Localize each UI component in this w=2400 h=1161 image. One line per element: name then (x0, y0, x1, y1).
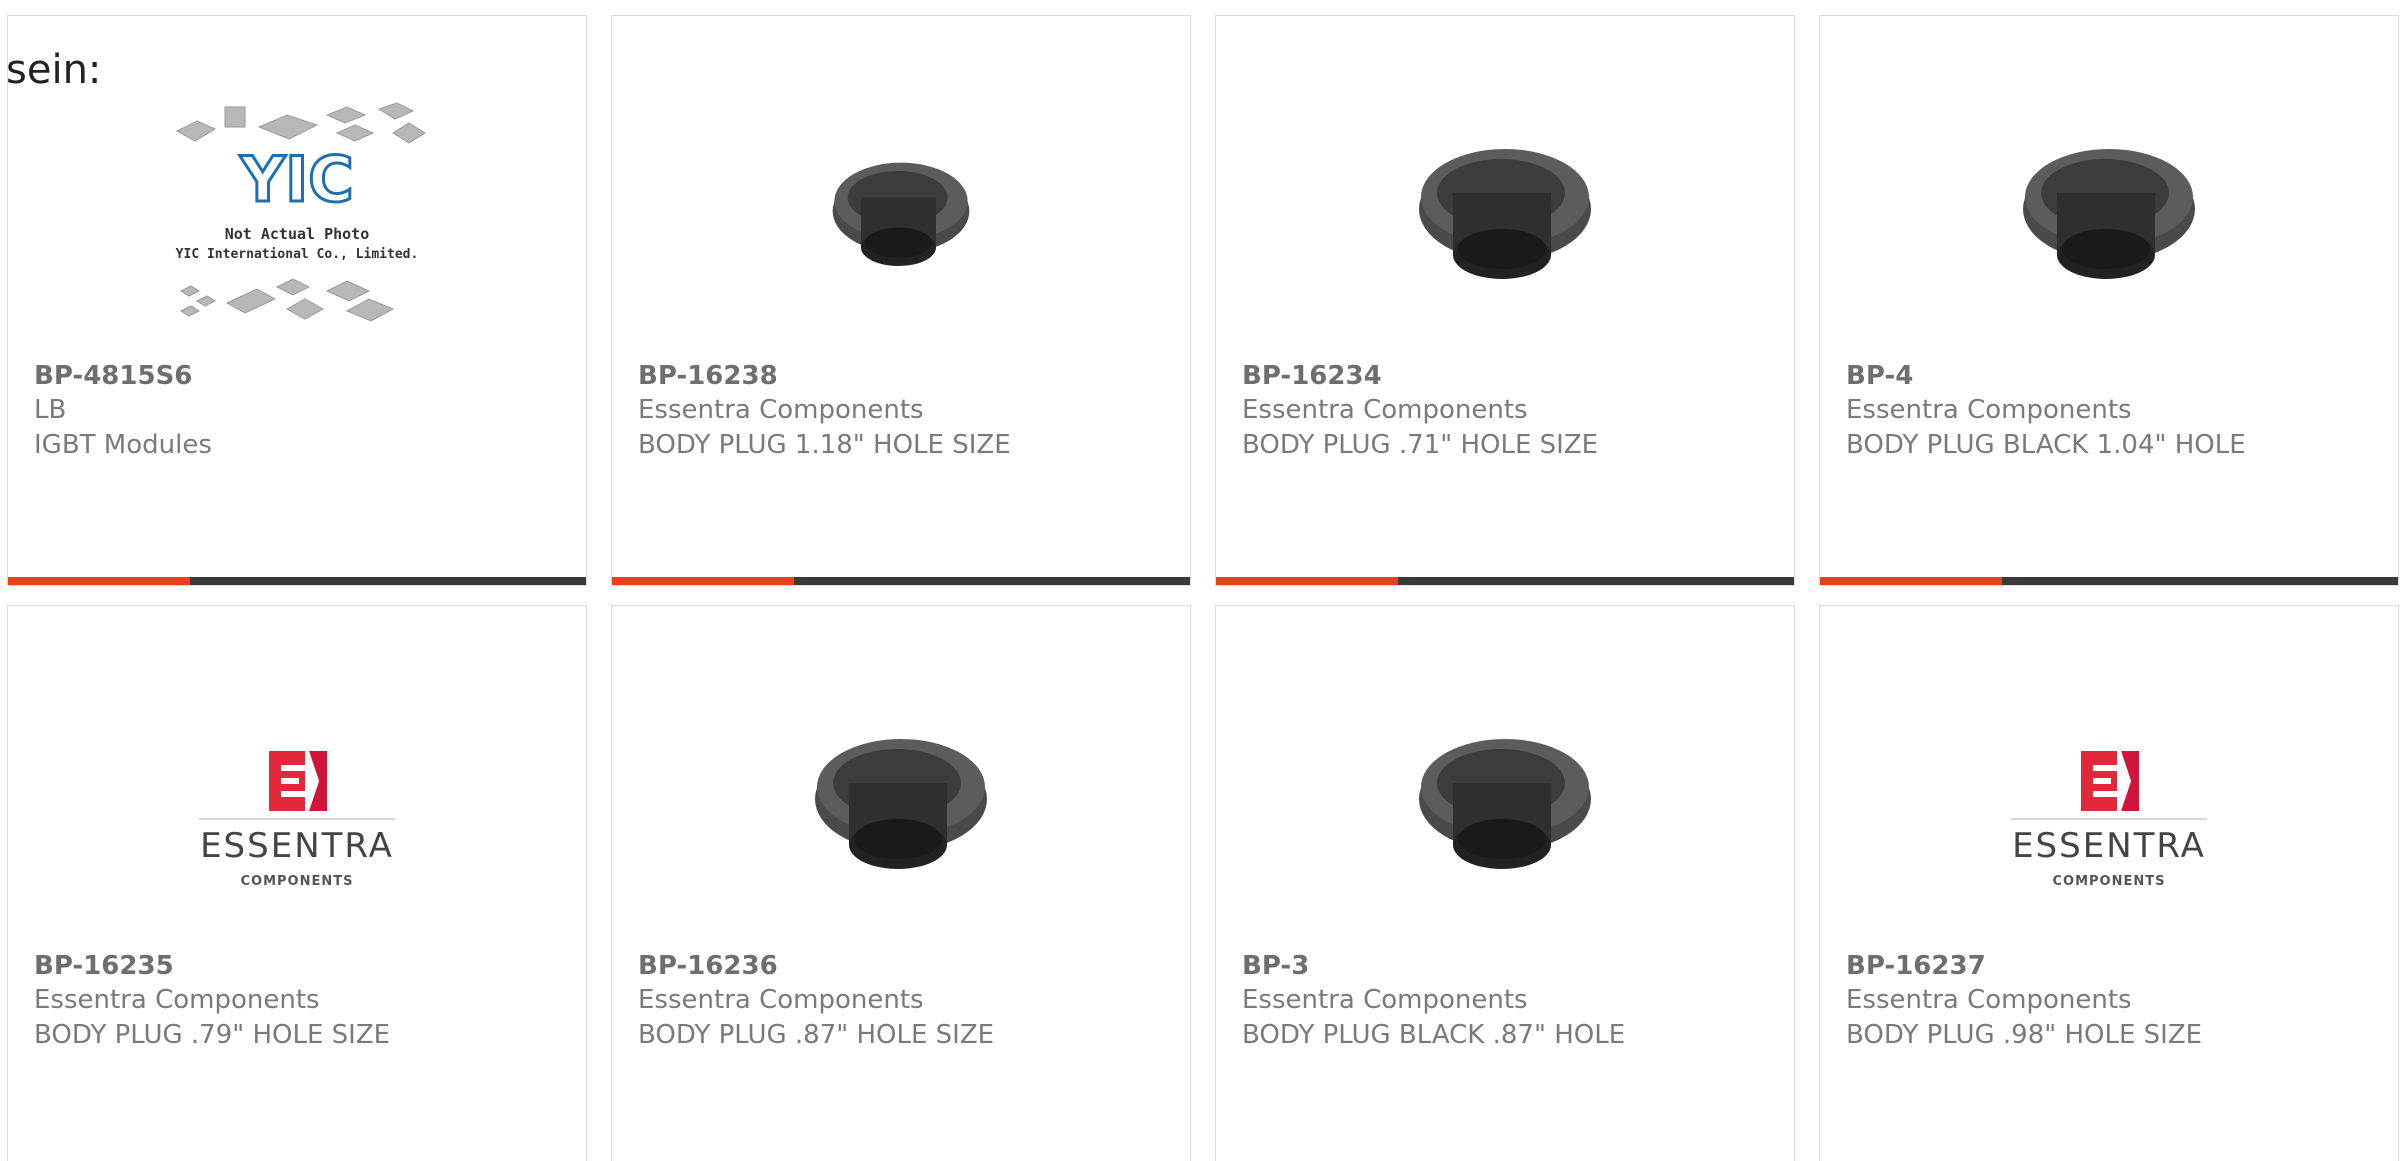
description: BODY PLUG .87" HOLE SIZE (638, 1020, 995, 1050)
placeholder-line1: Not Actual Photo (225, 225, 370, 243)
yic-brand-text: YIC (239, 143, 353, 216)
intro-text: sein: (6, 47, 102, 93)
product-card[interactable]: ESSENTRA COMPONENTS BP-16237 Essentra Co… (1819, 605, 2399, 1161)
product-info: BP-16237 Essentra Components BODY PLUG .… (1846, 949, 2378, 1053)
essentra-logo-image[interactable]: ESSENTRA COMPONENTS (8, 661, 586, 961)
card-bottom-bar (1820, 577, 2398, 585)
product-info: BP-16238 Essentra Components BODY PLUG 1… (638, 359, 1170, 463)
part-number[interactable]: BP-16234 (1242, 359, 1774, 393)
body-plug-image[interactable] (1216, 661, 1794, 961)
description: BODY PLUG BLACK 1.04" HOLE (1846, 430, 2246, 460)
essentra-logo-image[interactable]: ESSENTRA COMPONENTS (1820, 661, 2398, 961)
description: BODY PLUG BLACK .87" HOLE (1242, 1020, 1626, 1050)
manufacturer: Essentra Components (1846, 395, 2132, 425)
product-card[interactable]: BP-16236 Essentra Components BODY PLUG .… (611, 605, 1191, 1161)
product-card[interactable]: BP-4 Essentra Components BODY PLUG BLACK… (1819, 15, 2399, 586)
part-number[interactable]: BP-3 (1242, 949, 1774, 983)
part-number[interactable]: BP-16238 (638, 359, 1170, 393)
body-plug-image[interactable] (1820, 71, 2398, 371)
card-accent-bar (1216, 577, 1398, 585)
product-card[interactable]: BP-16234 Essentra Components BODY PLUG .… (1215, 15, 1795, 586)
manufacturer: Essentra Components (1846, 985, 2132, 1015)
product-card[interactable]: YIC Not Actual Photo YIC International C… (7, 15, 587, 586)
manufacturer: Essentra Components (638, 395, 924, 425)
body-plug-image[interactable] (612, 661, 1190, 961)
card-bottom-bar (8, 577, 586, 585)
product-grid-page: sein: YIC Not Actual Photo YIC Internati… (0, 0, 2400, 1161)
part-number[interactable]: BP-16237 (1846, 949, 2378, 983)
product-info: BP-4815S6 LB IGBT Modules (34, 359, 566, 463)
essentra-sub: COMPONENTS (241, 874, 354, 889)
body-plug-image[interactable] (1216, 71, 1794, 371)
card-accent-bar (1820, 577, 2002, 585)
product-info: BP-16236 Essentra Components BODY PLUG .… (638, 949, 1170, 1053)
part-number[interactable]: BP-4815S6 (34, 359, 566, 393)
body-plug-image[interactable] (612, 71, 1190, 371)
product-info: BP-16234 Essentra Components BODY PLUG .… (1242, 359, 1774, 463)
description: BODY PLUG .98" HOLE SIZE (1846, 1020, 2203, 1050)
manufacturer: LB (34, 395, 67, 425)
product-card[interactable]: BP-3 Essentra Components BODY PLUG BLACK… (1215, 605, 1795, 1161)
description: IGBT Modules (34, 430, 212, 460)
manufacturer: Essentra Components (34, 985, 320, 1015)
essentra-name: ESSENTRA (2012, 826, 2206, 866)
product-card[interactable]: BP-16238 Essentra Components BODY PLUG 1… (611, 15, 1191, 586)
product-card[interactable]: ESSENTRA COMPONENTS BP-16235 Essentra Co… (7, 605, 587, 1161)
essentra-sub: COMPONENTS (2053, 874, 2166, 889)
product-info: BP-4 Essentra Components BODY PLUG BLACK… (1846, 359, 2378, 463)
product-info: BP-16235 Essentra Components BODY PLUG .… (34, 949, 566, 1053)
product-info: BP-3 Essentra Components BODY PLUG BLACK… (1242, 949, 1774, 1053)
card-accent-bar (8, 577, 190, 585)
manufacturer: Essentra Components (1242, 395, 1528, 425)
placeholder-line2: YIC International Co., Limited. (176, 247, 419, 262)
description: BODY PLUG 1.18" HOLE SIZE (638, 430, 1011, 460)
card-accent-bar (612, 577, 794, 585)
description: BODY PLUG .71" HOLE SIZE (1242, 430, 1599, 460)
card-bottom-bar (1216, 577, 1794, 585)
card-bottom-bar (612, 577, 1190, 585)
essentra-name: ESSENTRA (200, 826, 394, 866)
part-number[interactable]: BP-4 (1846, 359, 2378, 393)
manufacturer: Essentra Components (1242, 985, 1528, 1015)
manufacturer: Essentra Components (638, 985, 924, 1015)
product-image-placeholder[interactable]: YIC Not Actual Photo YIC International C… (8, 71, 586, 371)
part-number[interactable]: BP-16235 (34, 949, 566, 983)
description: BODY PLUG .79" HOLE SIZE (34, 1020, 391, 1050)
part-number[interactable]: BP-16236 (638, 949, 1170, 983)
